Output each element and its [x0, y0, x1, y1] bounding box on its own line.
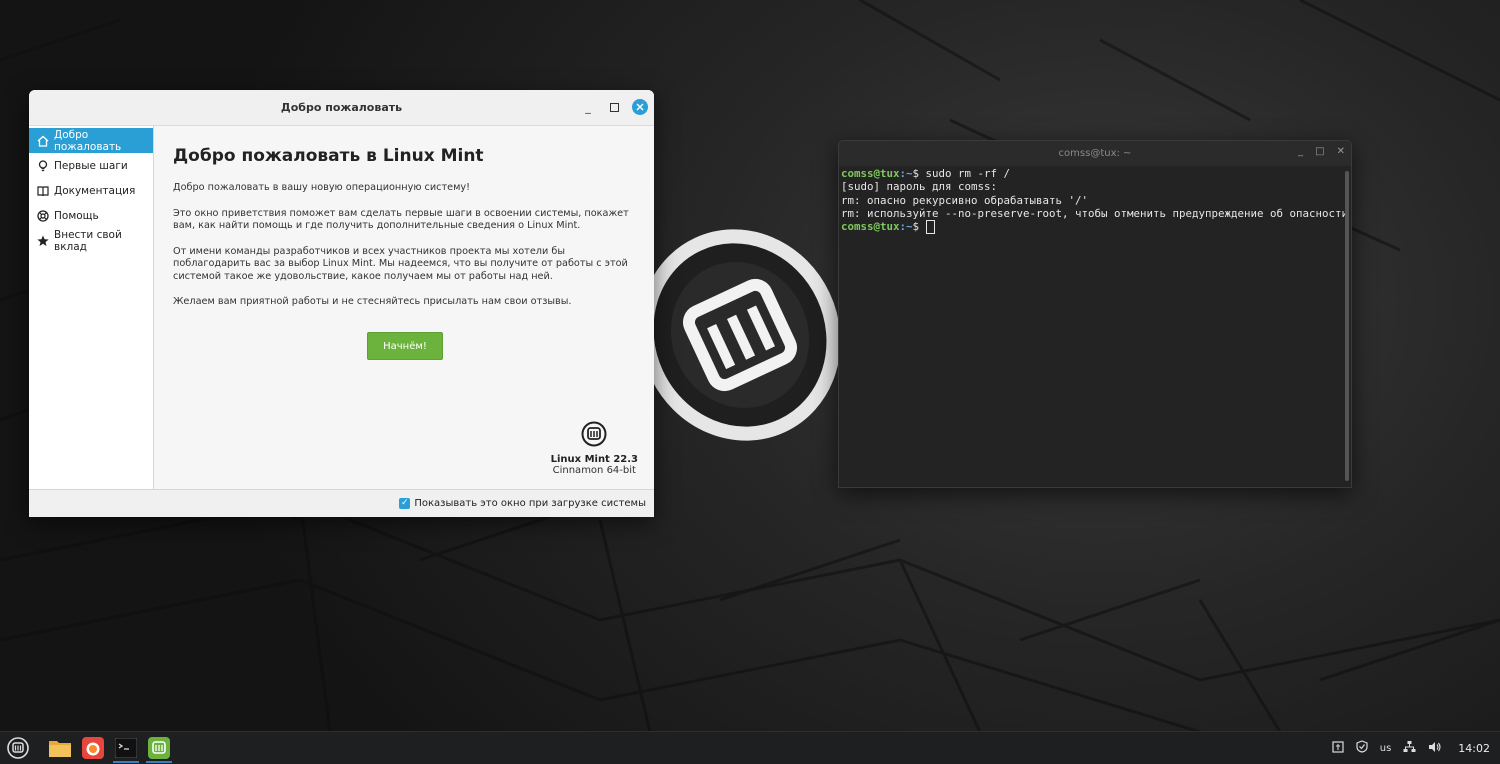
welcome-paragraph: Желаем вам приятной работы и не стесняйт… [173, 296, 572, 307]
terminal-line: rm: используйте --no-preserve-root, чтоб… [841, 206, 1349, 220]
firefox-icon [82, 737, 104, 759]
close-icon [636, 103, 644, 111]
welcome-footer: ✓ Показывать это окно при загрузке систе… [29, 489, 654, 517]
brand-block: Linux Mint 22.3 Cinnamon 64-bit [551, 421, 638, 476]
sidebar-item-help[interactable]: Помощь [29, 203, 153, 228]
terminal-output[interactable]: comss@tux:~$ sudo rm -rf / [sudo] пароль… [839, 166, 1351, 487]
brand-edition: Cinnamon 64-bit [552, 465, 636, 476]
terminal-minimize-button[interactable]: _ [1298, 146, 1303, 157]
welcome-paragraph: Это окно приветствия поможет вам сделать… [173, 207, 629, 232]
terminal-scrollbar[interactable] [1345, 171, 1349, 481]
prompt-path: :~ [899, 220, 913, 234]
files-launcher[interactable] [45, 733, 75, 763]
terminal-line: rm: опасно рекурсивно обрабатывать '/' [841, 193, 1089, 207]
brand-name: Linux Mint 22.3 [550, 454, 638, 465]
terminal-maximize-button[interactable]: □ [1315, 146, 1324, 157]
prompt-command: $ [912, 220, 926, 234]
terminal-line: comss@tux:~$ sudo rm -rf / [841, 167, 1349, 180]
welcome-sidebar: Добро пожаловать Первые шаги Документаци… [29, 126, 154, 490]
sidebar-item-contribute[interactable]: Внести свой вклад [29, 228, 153, 253]
volume-icon[interactable] [1428, 741, 1442, 756]
sidebar-item-label: Первые шаги [54, 159, 128, 172]
browser-launcher[interactable] [78, 733, 108, 763]
sidebar-item-label: Документация [54, 184, 136, 197]
home-icon [37, 135, 49, 147]
maximize-button[interactable] [606, 99, 622, 115]
star-icon [37, 235, 49, 247]
welcome-paragraph: Добро пожаловать в вашу новую операционн… [173, 182, 471, 193]
terminal-cursor [925, 220, 935, 235]
lifebuoy-icon [37, 209, 49, 222]
sidebar-item-documentation[interactable]: Документация [29, 178, 153, 203]
welcome-titlebar[interactable]: Добро пожаловать _ [29, 90, 654, 126]
terminal-titlebar[interactable]: comss@tux: ~ _ □ ✕ [839, 141, 1351, 166]
welcome-paragraph: От имени команды разработчиков и всех уч… [173, 245, 628, 282]
maximize-icon [609, 102, 619, 112]
prompt-command: $ sudo rm -rf / [912, 167, 1011, 180]
sidebar-item-label: Внести свой вклад [54, 228, 122, 253]
terminal-icon [115, 738, 137, 758]
prompt-user: comss@tux [841, 220, 900, 234]
welcome-launcher[interactable] [144, 733, 174, 763]
clock[interactable]: 14:02 [1458, 742, 1490, 755]
mint-welcome-icon [148, 737, 170, 759]
close-button[interactable] [632, 99, 648, 115]
sidebar-item-first-steps[interactable]: Первые шаги [29, 153, 153, 178]
welcome-content: Добро пожаловать в Linux Mint Добро пожа… [154, 126, 654, 490]
book-icon [37, 185, 49, 197]
prompt-path: :~ [899, 167, 913, 180]
lightbulb-icon [37, 159, 49, 172]
clipboard-icon[interactable] [1332, 740, 1344, 756]
taskbar: us 14:02 [0, 731, 1500, 764]
network-icon[interactable] [1403, 740, 1416, 756]
terminal-line: comss@tux:~$ [841, 220, 1349, 235]
terminal-window-title: comss@tux: ~ [1058, 148, 1132, 159]
page-title: Добро пожаловать в Linux Mint [173, 146, 484, 166]
terminal-window: comss@tux: ~ _ □ ✕ comss@tux:~$ sudo rm … [838, 140, 1352, 488]
welcome-window: Добро пожаловать _ Добро пожаловать Перв… [29, 90, 654, 517]
welcome-window-title: Добро пожаловать [280, 101, 403, 114]
minimize-button[interactable]: _ [580, 99, 596, 115]
sidebar-item-welcome[interactable]: Добро пожаловать [29, 128, 153, 153]
prompt-user: comss@tux [841, 167, 900, 180]
terminal-line: [sudo] пароль для comss: [841, 180, 998, 194]
mint-logo-icon [581, 421, 607, 447]
show-on-startup-label[interactable]: Показывать это окно при загрузке системы [414, 498, 646, 509]
keyboard-layout[interactable]: us [1380, 743, 1392, 754]
show-on-startup-checkbox[interactable]: ✓ [399, 498, 411, 509]
sidebar-item-label: Помощь [54, 209, 99, 222]
folder-icon [49, 741, 71, 757]
start-button[interactable]: Начнём! [367, 332, 443, 360]
menu-button[interactable] [3, 733, 33, 763]
system-tray: us 14:02 [1332, 732, 1490, 764]
mint-menu-icon [7, 737, 29, 759]
terminal-close-button[interactable]: ✕ [1337, 146, 1345, 157]
sidebar-item-label: Добро пожаловать [54, 128, 122, 153]
terminal-launcher[interactable] [111, 733, 141, 763]
shield-icon[interactable] [1356, 740, 1368, 756]
